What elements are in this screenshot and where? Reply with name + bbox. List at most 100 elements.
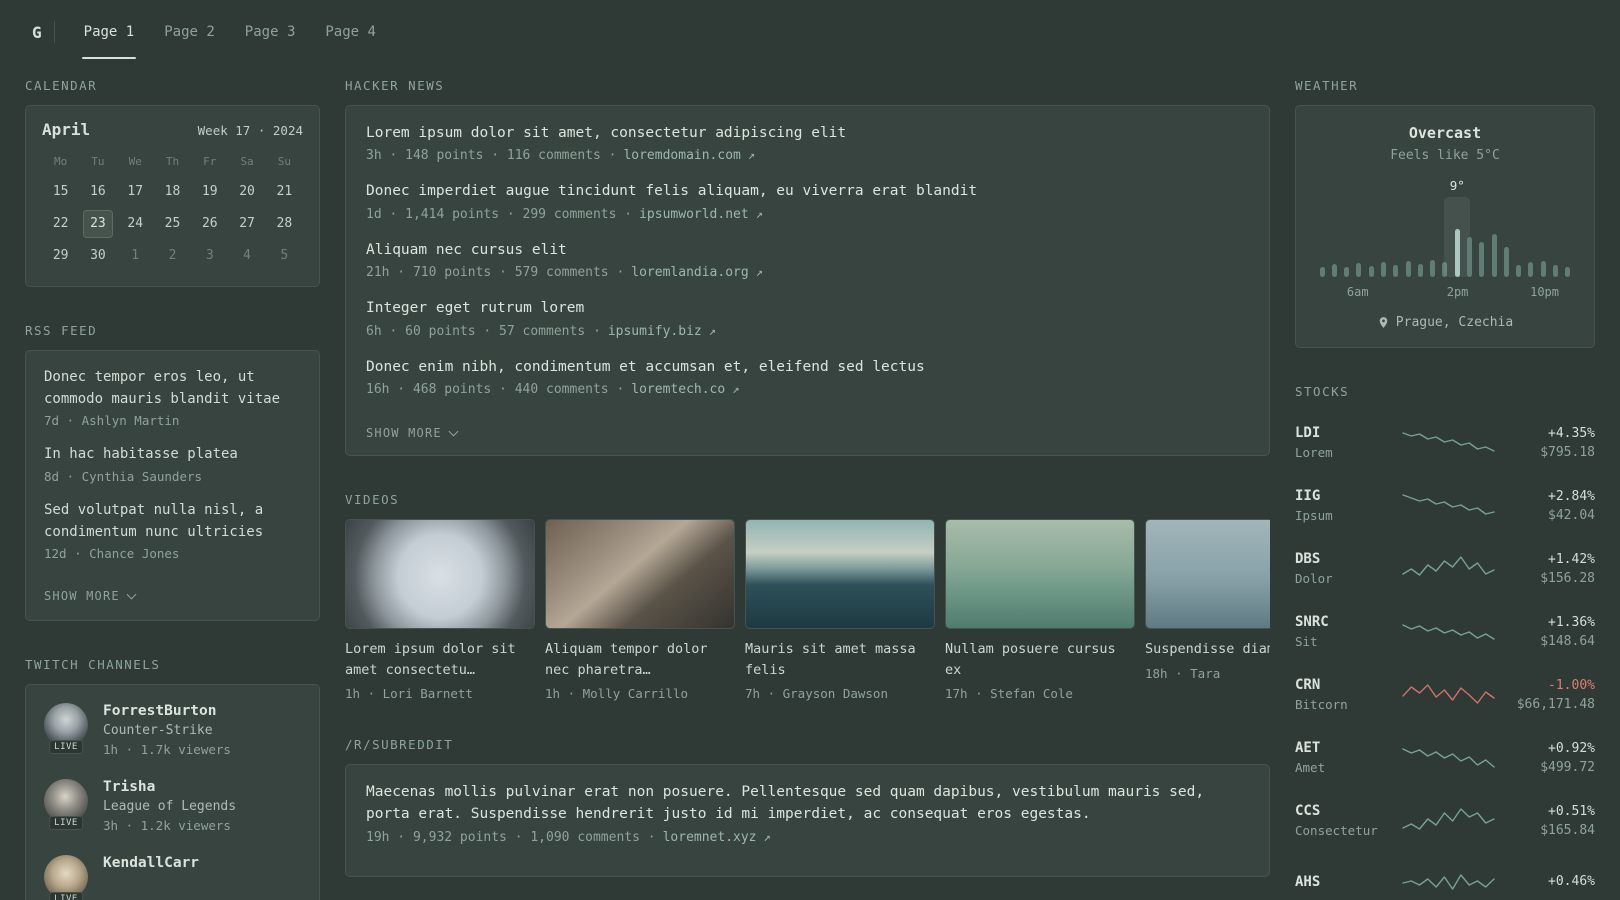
hackernews-item-domain-link[interactable]: loremdomain.com — [623, 148, 740, 163]
rss-item-title[interactable]: Donec tempor eros leo, ut commodo mauris… — [44, 367, 301, 410]
channel-game[interactable]: League of Legends — [103, 799, 236, 814]
stock-change: +1.36% — [1548, 614, 1595, 630]
video-card[interactable]: Nullam posuere cursus ex 17h · Stefan Col… — [945, 519, 1135, 701]
rss-show-more-button[interactable]: SHOW MORE — [44, 589, 137, 603]
tab-page-3[interactable]: Page 3 — [243, 0, 298, 64]
weather-bar — [1402, 197, 1414, 277]
tab-page-4[interactable]: Page 4 — [323, 0, 378, 64]
tab-page-2[interactable]: Page 2 — [162, 0, 217, 64]
hackernews-item-title[interactable]: Lorem ipsum dolor sit amet, consectetur … — [366, 122, 1249, 144]
weather-bar — [1365, 197, 1377, 277]
video-card[interactable]: Lorem ipsum dolor sit amet consectetu… 1h… — [345, 519, 535, 701]
videos-widget-title: VIDEOS — [345, 492, 400, 508]
channel-name[interactable]: Trisha — [103, 779, 236, 795]
stock-sparkline — [1391, 552, 1505, 586]
video-thumbnail[interactable] — [1145, 519, 1270, 630]
weather-location[interactable]: Prague, Czechia — [1377, 315, 1513, 330]
subreddit-item: Maecenas mollis pulvinar erat non posuer… — [366, 781, 1249, 845]
avatar-wrap: LIVE — [44, 855, 88, 900]
weather-bar-fill — [1344, 267, 1350, 277]
stock-row[interactable]: DBS Dolor +1.42% $156.28 — [1295, 537, 1595, 600]
video-thumbnail[interactable] — [345, 519, 535, 630]
calendar-header: April Week 17 · 2024 — [42, 120, 303, 139]
stock-row[interactable]: SNRC Sit +1.36% $148.64 — [1295, 600, 1595, 663]
weather-bar — [1316, 197, 1328, 277]
hackernews-list: Lorem ipsum dolor sit amet, consectetur … — [366, 122, 1249, 397]
video-card[interactable]: Aliquam tempor dolor nec pharetra… 1h · M… — [545, 519, 735, 701]
app-logo[interactable]: G — [26, 23, 54, 42]
hackernews-item-title[interactable]: Aliquam nec cursus elit — [366, 239, 1249, 261]
stock-name: Bitcorn — [1295, 697, 1348, 712]
weather-bar-fill — [1319, 267, 1325, 277]
weather-hour-label: 6am — [1346, 285, 1369, 299]
channel-game[interactable]: Counter-Strike — [103, 723, 231, 738]
stock-row[interactable]: AHS +0.46% — [1295, 852, 1595, 900]
hackernews-item-domain-link[interactable]: ipsumify.biz — [608, 324, 702, 339]
calendar-widget: CALENDAR April Week 17 · 2024 Mo Tu We Th Fr… — [25, 78, 320, 287]
rss-item-title[interactable]: Sed volutpat nulla nisl, a condimentum n… — [44, 500, 301, 543]
stock-info: DBS Dolor — [1295, 551, 1391, 586]
channel-name[interactable]: KendallCarr — [103, 855, 199, 871]
video-card[interactable]: Mauris sit amet massa felis 7h · Grayson … — [745, 519, 935, 701]
weather-bar — [1549, 197, 1561, 277]
calendar-card: April Week 17 · 2024 Mo Tu We Th Fr Sa Su 15 16 1… — [25, 105, 320, 287]
weather-bar-fill — [1540, 261, 1546, 277]
weather-current-temp: 9° — [1449, 178, 1465, 193]
rss-item: Sed volutpat nulla nisl, a condimentum n… — [44, 500, 301, 561]
hackernews-item-domain-link[interactable]: loremlandia.org — [631, 265, 748, 280]
hackernews-item-title[interactable]: Donec imperdiet augue tincidunt felis al… — [366, 180, 1249, 202]
video-thumbnail[interactable] — [745, 519, 935, 630]
subreddit-item-domain-link[interactable]: loremnet.xyz — [663, 830, 757, 845]
stock-name: Sit — [1295, 634, 1318, 649]
stock-info: IIG Ipsum — [1295, 488, 1391, 523]
hackernews-show-more-button[interactable]: SHOW MORE — [366, 426, 459, 440]
stock-info: SNRC Sit — [1295, 614, 1391, 649]
weather-chart: 9° — [1314, 177, 1576, 277]
stock-sparkline — [1391, 741, 1505, 775]
stock-row[interactable]: IIG Ipsum +2.84% $42.04 — [1295, 474, 1595, 537]
calendar-day-header: Su — [277, 155, 291, 168]
hackernews-item-title[interactable]: Integer eget rutrum lorem — [366, 297, 1249, 319]
stock-change: +0.46% — [1548, 874, 1595, 889]
weather-bar — [1525, 197, 1537, 277]
stock-change: -1.00% — [1548, 677, 1595, 693]
stock-symbol: IIG — [1295, 488, 1321, 504]
weather-hour-label: 2pm — [1446, 285, 1469, 299]
video-title: Aliquam tempor dolor nec pharetra… — [545, 641, 708, 678]
video-thumbnail[interactable] — [945, 519, 1135, 630]
weather-bar — [1414, 197, 1426, 277]
stock-symbol: DBS — [1295, 551, 1321, 567]
stock-price: $156.28 — [1540, 570, 1595, 586]
rss-item-title[interactable]: In hac habitasse platea — [44, 444, 301, 466]
stock-row[interactable]: AET Amet +0.92% $499.72 — [1295, 726, 1595, 789]
stock-info: LDI Lorem — [1295, 425, 1391, 460]
stock-change: +1.42% — [1548, 551, 1595, 567]
channel-name[interactable]: ForrestBurton — [103, 703, 231, 719]
hackernews-item-domain-link[interactable]: ipsumworld.net — [639, 207, 749, 222]
video-card[interactable]: Suspendisse diam 18h · Tara — [1145, 519, 1270, 701]
stock-name: Consectetur — [1295, 823, 1378, 838]
weather-bar-fill — [1368, 266, 1374, 277]
weather-bar-fill — [1454, 229, 1460, 277]
stock-row[interactable]: CCS Consectetur +0.51% $165.84 — [1295, 789, 1595, 852]
stock-row[interactable]: LDI Lorem +4.35% $795.18 — [1295, 411, 1595, 474]
hackernews-item-domain-link[interactable]: loremtech.co — [631, 382, 725, 397]
hackernews-item-stats: 1d · 1,414 points · 299 comments · — [366, 206, 633, 222]
hackernews-item-title[interactable]: Donec enim nibh, condimentum et accumsan… — [366, 356, 1249, 378]
stocks-list: LDI Lorem +4.35% $795.18 IIG Ipsum +2.84% $42.0… — [1295, 411, 1595, 900]
rss-item-meta: 8d · Cynthia Saunders — [44, 469, 203, 485]
video-title: Mauris sit amet massa felis — [745, 641, 916, 678]
tab-page-1[interactable]: Page 1 — [81, 0, 137, 64]
channel-info: ForrestBurton Counter-Strike 1h · 1.7k vie… — [103, 703, 231, 757]
video-thumbnail[interactable] — [545, 519, 735, 630]
weather-bar — [1562, 197, 1574, 277]
hackernews-widget-title: HACKER NEWS — [345, 78, 445, 93]
calendar-day: 2 — [168, 248, 177, 263]
stock-sparkline — [1391, 867, 1505, 900]
subreddit-item-title[interactable]: Maecenas mollis pulvinar erat non posuer… — [366, 781, 1249, 826]
stock-row[interactable]: CRN Bitcorn -1.00% $66,171.48 — [1295, 663, 1595, 726]
calendar-day-header: Fr — [203, 155, 217, 168]
stock-symbol: SNRC — [1295, 614, 1329, 630]
stock-price: $165.84 — [1540, 822, 1595, 838]
twitch-widget-title: TWITCH CHANNELS — [25, 657, 161, 673]
